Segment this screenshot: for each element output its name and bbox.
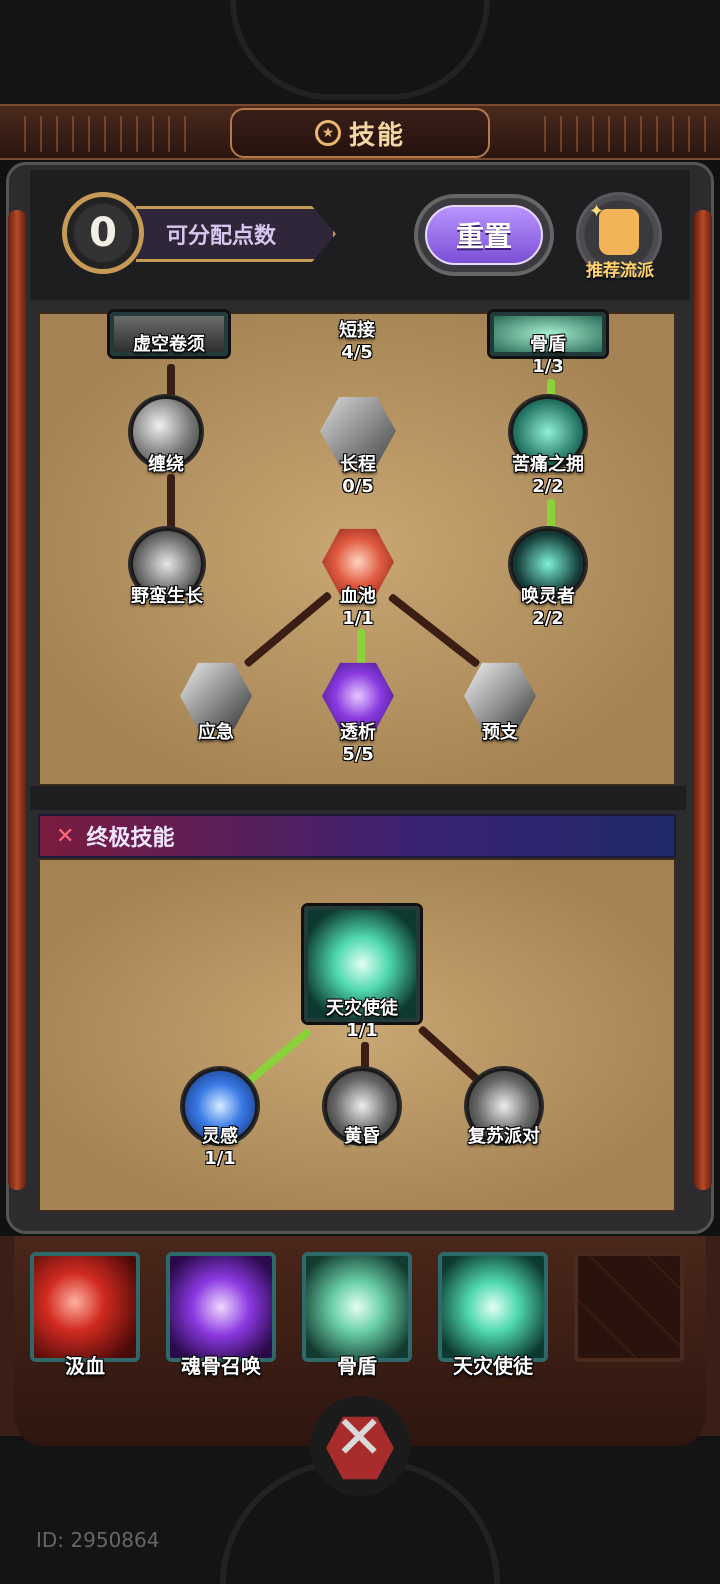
equipped-slot-3[interactable]: [302, 1252, 412, 1362]
skill-level: 1/1: [346, 1020, 378, 1041]
skill-level: 1/1: [342, 608, 374, 629]
pentagram-icon: ★: [314, 120, 341, 146]
equipped-slot-1-label: 汲血: [65, 1354, 105, 1378]
skill-node-agony-embrace[interactable]: 苦痛之拥 2/2: [510, 396, 586, 497]
ultimate-node-dusk[interactable]: 黄昏: [324, 1068, 400, 1147]
skill-node-short-circuit[interactable]: 短接 4/5: [322, 312, 392, 363]
ultimate-node-scourge-apostle[interactable]: 天灾使徒 1/1: [304, 906, 420, 1041]
skill-name: 骨盾: [530, 334, 566, 355]
thumbs-up-icon: [599, 209, 639, 255]
skill-node-bone-shield[interactable]: 骨盾 1/3: [490, 312, 606, 377]
skill-name: 苦痛之拥: [512, 454, 584, 475]
skill-node-entangle[interactable]: 缠绕: [130, 396, 202, 475]
skill-level: 2/2: [532, 608, 564, 629]
ultimate-section-header: ✕ 终极技能: [38, 814, 676, 858]
skill-points-counter: 0: [62, 192, 144, 274]
reset-button[interactable]: 重置: [414, 194, 554, 276]
skill-name: 缠绕: [148, 454, 184, 475]
close-button[interactable]: ✕: [300, 1396, 420, 1506]
equipped-slot-1[interactable]: [30, 1252, 140, 1362]
skill-level: 2/2: [532, 476, 564, 497]
skill-name: 唤灵者: [521, 586, 575, 607]
skill-node-summoner[interactable]: 唤灵者 2/2: [510, 528, 586, 629]
equipped-slot-3-label: 骨盾: [337, 1354, 377, 1378]
skill-name: 虚空卷须: [133, 334, 205, 355]
reset-button-label: 重置: [425, 205, 543, 265]
skill-name: 天灾使徒: [326, 998, 398, 1019]
skill-level: 1/1: [204, 1148, 236, 1169]
recommend-build-label: 推荐流派: [586, 261, 654, 281]
skill-node-advance[interactable]: 预支: [464, 660, 536, 743]
skill-node-void-tendril[interactable]: 虚空卷须: [110, 312, 228, 356]
skill-name: 透析: [340, 722, 376, 743]
crossed-blades-icon: ✕: [56, 823, 75, 849]
ultimate-node-inspiration[interactable]: 灵感 1/1: [182, 1068, 258, 1169]
equipped-slot-5-empty[interactable]: [574, 1252, 684, 1362]
title-bar: ★ 技能: [0, 104, 720, 160]
side-rail-left: [8, 210, 26, 1190]
page-title: 技能: [348, 120, 405, 151]
ultimate-node-revival-party[interactable]: 复苏派对: [466, 1068, 542, 1147]
background-ornament-top: [0, 0, 720, 110]
skill-node-long-range[interactable]: 长程 0/5: [320, 394, 396, 497]
skill-name: 复苏派对: [468, 1126, 540, 1147]
skill-level: 5/5: [342, 744, 374, 765]
chevron-decoration-left: [10, 116, 190, 152]
skill-node-dialysis[interactable]: 透析 5/5: [322, 660, 394, 765]
skill-name: 黄昏: [344, 1126, 380, 1147]
skill-name: 野蛮生长: [131, 586, 203, 607]
crossed-swords-close-icon: ✕: [334, 1403, 385, 1473]
link-agony-summoner: [547, 499, 555, 531]
skill-node-blood-pool[interactable]: 血池 1/1: [322, 526, 394, 629]
skill-name: 灵感: [202, 1126, 238, 1147]
equipped-slot-2-label: 魂骨召唤: [181, 1354, 261, 1378]
equipped-slot-4-label: 天灾使徒: [453, 1354, 533, 1378]
skill-level: 0/5: [342, 476, 374, 497]
skill-node-emergency[interactable]: 应急: [180, 660, 252, 743]
ultimate-section-label: 终极技能: [86, 826, 175, 851]
chevron-decoration-right: [530, 116, 710, 152]
skill-name: 预支: [482, 722, 518, 743]
player-id: ID: 2950864: [36, 1528, 160, 1552]
skill-level: 4/5: [341, 342, 373, 363]
section-divider: [30, 786, 686, 810]
skill-node-wild-growth[interactable]: 野蛮生长: [130, 528, 204, 607]
equipped-slot-4[interactable]: [438, 1252, 548, 1362]
skill-name: 血池: [340, 586, 376, 607]
title-plate: ★ 技能: [230, 108, 490, 158]
skill-level: 1/3: [532, 356, 564, 377]
points-label: 可分配点数: [136, 206, 336, 262]
link-entangle-wild-growth: [167, 474, 175, 534]
equipped-slot-2[interactable]: [166, 1252, 276, 1362]
skill-name: 长程: [340, 454, 376, 475]
skill-name: 应急: [198, 722, 234, 743]
skill-name: 短接: [339, 320, 375, 341]
side-rail-right: [694, 210, 712, 1190]
